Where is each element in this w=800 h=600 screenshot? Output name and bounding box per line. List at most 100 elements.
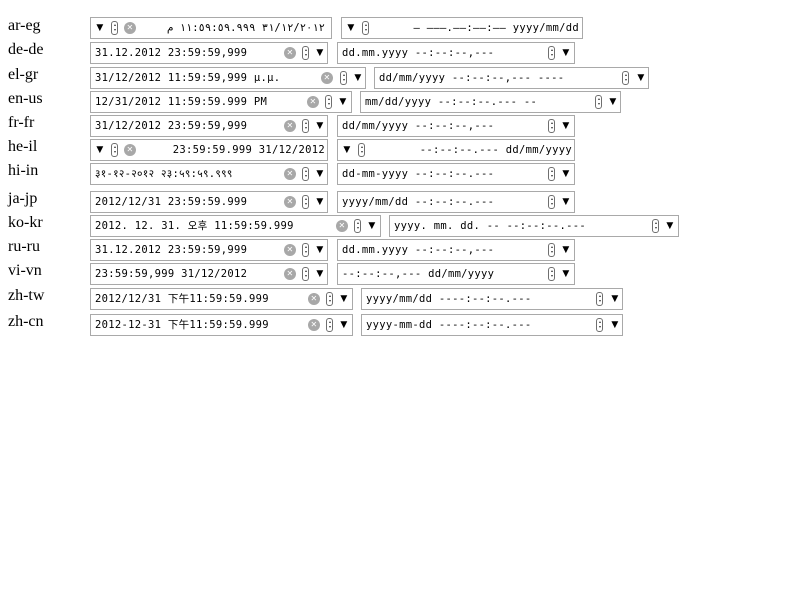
dropdown-arrow-icon[interactable]: ▼ — [561, 47, 571, 59]
datetime-input-filled[interactable]: ▼ ✕ 23:59:59.999 31/12/2012 — [90, 139, 328, 161]
datetime-value: 2012/12/31 下午11:59:59.999 — [95, 293, 269, 305]
clear-icon[interactable]: ✕ — [308, 293, 320, 305]
datetime-placeholder: dd/mm/yyyy --:--:--,--- — [342, 120, 495, 132]
clear-icon[interactable]: ✕ — [307, 96, 319, 108]
datetime-input-empty[interactable]: yyyy/mm/dd --:--:--.--- ▼ — [337, 191, 575, 213]
spin-button-icon[interactable] — [354, 219, 361, 233]
datetime-input-filled[interactable]: 12/31/2012 11:59:59.999 PM ✕ ▼ — [90, 91, 352, 113]
dropdown-arrow-icon[interactable]: ▼ — [95, 144, 105, 156]
clear-icon[interactable]: ✕ — [336, 220, 348, 232]
datetime-placeholder: yyyy/mm/dd ----:--:--.--- — [366, 293, 532, 305]
datetime-input-filled[interactable]: ▼ ✕ ٣١/١٢/٢٠١٢ ١١:٥٩:٥٩.٩٩٩ م — [90, 17, 332, 39]
clear-icon[interactable]: ✕ — [284, 244, 296, 256]
datetime-input-filled[interactable]: 31.12.2012 23:59:59,999 ✕ ▼ — [90, 239, 328, 261]
datetime-input-empty[interactable]: dd.mm.yyyy --:--:--,--- ▼ — [337, 42, 575, 64]
clear-icon[interactable]: ✕ — [284, 196, 296, 208]
dropdown-arrow-icon[interactable]: ▼ — [315, 120, 325, 132]
spin-button-icon[interactable] — [596, 318, 603, 332]
dropdown-arrow-icon[interactable]: ▼ — [561, 268, 571, 280]
spin-button-icon[interactable] — [302, 195, 309, 209]
spin-button-icon[interactable] — [652, 219, 659, 233]
spin-button-icon[interactable] — [548, 267, 555, 281]
datetime-input-empty[interactable]: yyyy. mm. dd. -- --:--:--.--- ▼ — [389, 215, 679, 237]
clear-icon[interactable]: ✕ — [284, 120, 296, 132]
clear-icon[interactable]: ✕ — [321, 72, 333, 84]
dropdown-arrow-icon[interactable]: ▼ — [610, 293, 620, 305]
spin-button-icon[interactable] — [326, 292, 333, 306]
datetime-input-filled[interactable]: 2012/12/31 下午11:59:59.999 ✕ ▼ — [90, 288, 353, 310]
dropdown-arrow-icon[interactable]: ▼ — [346, 22, 356, 34]
dropdown-arrow-icon[interactable]: ▼ — [315, 196, 325, 208]
spin-button-icon[interactable] — [362, 21, 369, 35]
spin-button-icon[interactable] — [302, 167, 309, 181]
datetime-input-empty[interactable]: ▼ yyyy/mm/dd ––:––:––.––– – — [341, 17, 583, 39]
datetime-input-filled[interactable]: 31/12/2012 11:59:59,999 μ.μ. ✕ ▼ — [90, 67, 366, 89]
row-ru-ru: ru-ru 31.12.2012 23:59:59,999 ✕ ▼ dd.mm.… — [0, 239, 800, 261]
clear-icon[interactable]: ✕ — [284, 168, 296, 180]
dropdown-arrow-icon[interactable]: ▼ — [610, 319, 620, 331]
clear-icon[interactable]: ✕ — [284, 268, 296, 280]
spin-button-icon[interactable] — [302, 46, 309, 60]
spin-button-icon[interactable] — [548, 243, 555, 257]
locale-label: el-gr — [8, 66, 39, 83]
datetime-input-empty[interactable]: dd-mm-yyyy --:--:--.--- ▼ — [337, 163, 575, 185]
clear-icon[interactable]: ✕ — [124, 22, 136, 34]
spin-button-icon[interactable] — [325, 95, 332, 109]
datetime-input-filled[interactable]: 31/12/2012 23:59:59,999 ✕ ▼ — [90, 115, 328, 137]
spin-button-icon[interactable] — [548, 119, 555, 133]
spin-button-icon[interactable] — [548, 46, 555, 60]
spin-button-icon[interactable] — [548, 195, 555, 209]
datetime-input-empty[interactable]: --:--:--,--- dd/mm/yyyy ▼ — [337, 263, 575, 285]
datetime-input-empty[interactable]: ▼ --:--:--.--- dd/mm/yyyy — [337, 139, 575, 161]
datetime-input-filled[interactable]: ३१-१२-२०१२ २३:५९:५९.९९९ ✕ ▼ — [90, 163, 328, 185]
dropdown-arrow-icon[interactable]: ▼ — [339, 319, 349, 331]
spin-button-icon[interactable] — [596, 292, 603, 306]
dropdown-arrow-icon[interactable]: ▼ — [561, 168, 571, 180]
dropdown-arrow-icon[interactable]: ▼ — [636, 72, 646, 84]
datetime-input-empty[interactable]: yyyy-mm-dd ----:--:--.--- ▼ — [361, 314, 623, 336]
datetime-input-empty[interactable]: dd.mm.yyyy --:--:--,--- ▼ — [337, 239, 575, 261]
dropdown-arrow-icon[interactable]: ▼ — [353, 72, 363, 84]
datetime-placeholder: yyyy. mm. dd. -- --:--:--.--- — [394, 220, 587, 232]
dropdown-arrow-icon[interactable]: ▼ — [561, 244, 571, 256]
dropdown-arrow-icon[interactable]: ▼ — [665, 220, 675, 232]
spin-button-icon[interactable] — [595, 95, 602, 109]
dropdown-arrow-icon[interactable]: ▼ — [338, 96, 348, 108]
spin-button-icon[interactable] — [326, 318, 333, 332]
dropdown-arrow-icon[interactable]: ▼ — [95, 22, 105, 34]
dropdown-arrow-icon[interactable]: ▼ — [315, 47, 325, 59]
datetime-input-empty[interactable]: dd/mm/yyyy --:--:--,--- ▼ — [337, 115, 575, 137]
dropdown-arrow-icon[interactable]: ▼ — [315, 168, 325, 180]
datetime-input-filled[interactable]: 2012-12-31 下午11:59:59.999 ✕ ▼ — [90, 314, 353, 336]
datetime-input-filled[interactable]: 2012/12/31 23:59:59.999 ✕ ▼ — [90, 191, 328, 213]
dropdown-arrow-icon[interactable]: ▼ — [561, 196, 571, 208]
dropdown-arrow-icon[interactable]: ▼ — [367, 220, 377, 232]
datetime-input-empty[interactable]: mm/dd/yyyy --:--:--.--- -- ▼ — [360, 91, 621, 113]
dropdown-arrow-icon[interactable]: ▼ — [315, 268, 325, 280]
spin-button-icon[interactable] — [622, 71, 629, 85]
spin-button-icon[interactable] — [340, 71, 347, 85]
datetime-input-empty[interactable]: yyyy/mm/dd ----:--:--.--- ▼ — [361, 288, 623, 310]
dropdown-arrow-icon[interactable]: ▼ — [342, 144, 352, 156]
spin-button-icon[interactable] — [111, 21, 118, 35]
datetime-input-filled[interactable]: 2012. 12. 31. 오후 11:59:59.999 ✕ ▼ — [90, 215, 381, 237]
datetime-input-filled[interactable]: 23:59:59,999 31/12/2012 ✕ ▼ — [90, 263, 328, 285]
clear-icon[interactable]: ✕ — [284, 47, 296, 59]
datetime-value: 31/12/2012 23:59:59,999 — [95, 120, 248, 132]
datetime-input-filled[interactable]: 31.12.2012 23:59:59,999 ✕ ▼ — [90, 42, 328, 64]
clear-icon[interactable]: ✕ — [124, 144, 136, 156]
dropdown-arrow-icon[interactable]: ▼ — [561, 120, 571, 132]
dropdown-arrow-icon[interactable]: ▼ — [608, 96, 618, 108]
spin-button-icon[interactable] — [302, 267, 309, 281]
datetime-placeholder: mm/dd/yyyy --:--:--.--- -- — [365, 96, 538, 108]
datetime-input-empty[interactable]: dd/mm/yyyy --:--:--,--- ---- ▼ — [374, 67, 649, 89]
spin-button-icon[interactable] — [548, 167, 555, 181]
datetime-value: 31/12/2012 11:59:59,999 μ.μ. — [95, 72, 281, 84]
spin-button-icon[interactable] — [358, 143, 365, 157]
spin-button-icon[interactable] — [302, 243, 309, 257]
dropdown-arrow-icon[interactable]: ▼ — [315, 244, 325, 256]
spin-button-icon[interactable] — [111, 143, 118, 157]
dropdown-arrow-icon[interactable]: ▼ — [339, 293, 349, 305]
clear-icon[interactable]: ✕ — [308, 319, 320, 331]
spin-button-icon[interactable] — [302, 119, 309, 133]
